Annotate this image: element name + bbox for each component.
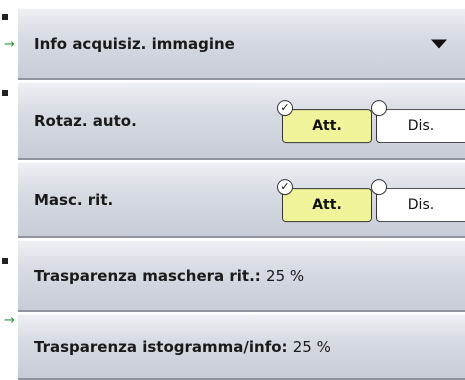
dropdown-label: Info acquisiz. immagine xyxy=(34,34,235,53)
mask-off-button[interactable]: Dis. xyxy=(371,178,465,222)
on-label: Att. xyxy=(312,117,342,134)
edge-tick xyxy=(2,14,8,20)
mask-label: Masc. rit. xyxy=(34,190,114,209)
auto-rotate-on-button[interactable]: ✓ Att. xyxy=(277,99,372,143)
auto-rotate-label: Rotaz. auto. xyxy=(34,111,137,130)
histogram-transparency-value: 25 % xyxy=(292,337,331,356)
off-label: Dis. xyxy=(407,196,435,213)
auto-rotate-row: Rotaz. auto. ✓ Att. Dis. xyxy=(18,82,465,160)
pointer-arrow-icon: → xyxy=(4,37,15,52)
unchecked-radio-icon xyxy=(371,99,387,116)
mask-transparency-name: Trasparenza maschera rit.: xyxy=(34,266,261,285)
histogram-transparency-row[interactable]: Trasparenza istogramma/info: 25 % xyxy=(18,314,465,380)
histogram-transparency-name: Trasparenza istogramma/info: xyxy=(34,337,288,356)
pointer-arrow-icon: → xyxy=(4,313,15,328)
histogram-transparency-label: Trasparenza istogramma/info: 25 % xyxy=(34,338,331,356)
mask-transparency-value: 25 % xyxy=(266,266,305,285)
auto-rotate-off-button[interactable]: Dis. xyxy=(371,99,465,143)
edge-tick xyxy=(2,258,8,264)
off-label: Dis. xyxy=(407,117,435,134)
checked-radio-icon: ✓ xyxy=(277,99,293,116)
on-label: Att. xyxy=(312,196,342,213)
image-info-dropdown[interactable]: Info acquisiz. immagine xyxy=(18,8,465,80)
unchecked-radio-icon xyxy=(371,178,387,195)
mask-row: Masc. rit. ✓ Att. Dis. xyxy=(18,162,465,238)
mask-transparency-row[interactable]: Trasparenza maschera rit.: 25 % xyxy=(18,240,465,312)
triangle-down-icon[interactable] xyxy=(431,39,447,48)
edge-tick xyxy=(2,90,8,96)
settings-menu: Info acquisiz. immagine Rotaz. auto. ✓ A… xyxy=(18,0,465,380)
checked-radio-icon: ✓ xyxy=(277,178,293,195)
left-edge-marks: → → xyxy=(0,0,18,380)
mask-on-button[interactable]: ✓ Att. xyxy=(277,178,372,222)
mask-transparency-label: Trasparenza maschera rit.: 25 % xyxy=(34,267,304,285)
